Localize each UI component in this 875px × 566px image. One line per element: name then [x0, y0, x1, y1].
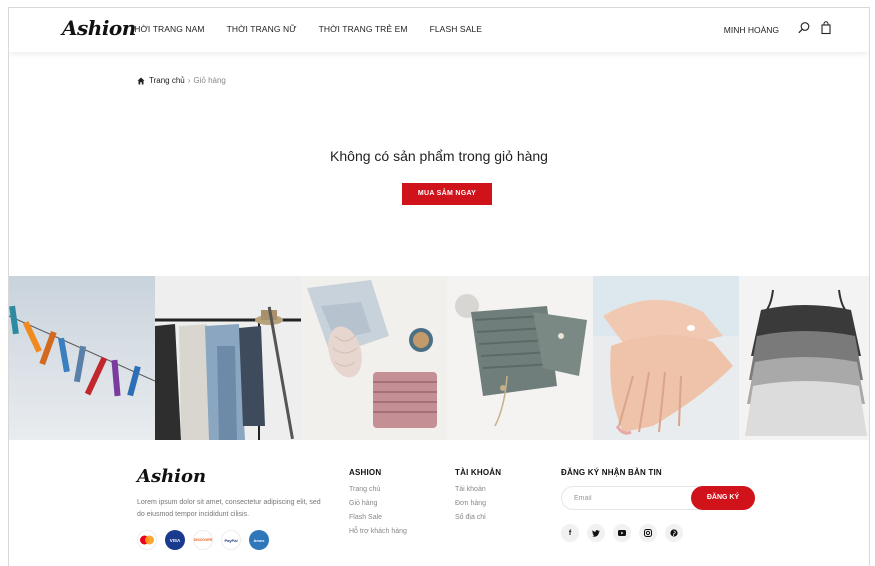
site-header: Ashion THỜI TRANG NAM THỜI TRANG NỮ THỜI…	[9, 8, 869, 52]
payment-methods: VISA DISCOVER PayPal Amex	[137, 530, 269, 550]
nav-kids[interactable]: THỜI TRANG TRẺ EM	[319, 24, 408, 34]
social-links: f	[561, 524, 755, 542]
nav-women[interactable]: THỜI TRANG NỮ	[227, 24, 297, 34]
breadcrumb-current: Giỏ hàng	[193, 76, 226, 85]
footer-newsletter: ĐĂNG KÝ NHẬN BẢN TIN ĐĂNG KÝ f	[561, 468, 755, 542]
footer-col-account-title: TÀI KHOẢN	[455, 468, 502, 477]
twitter-icon[interactable]	[587, 524, 605, 542]
site-footer: Ashion Lorem ipsum dolor sit amet, conse…	[9, 440, 869, 566]
mastercard-icon	[137, 530, 157, 550]
page-frame: Ashion THỜI TRANG NAM THỜI TRANG NỮ THỜI…	[8, 7, 870, 566]
breadcrumb-home[interactable]: Trang chủ	[137, 76, 185, 85]
breadcrumb-separator: ›	[187, 76, 191, 85]
email-input[interactable]	[574, 487, 684, 509]
gallery-image-knitting[interactable]	[301, 276, 447, 440]
home-icon	[137, 77, 145, 84]
main-nav: THỜI TRANG NAM THỜI TRANG NỮ THỜI TRANG …	[129, 24, 482, 34]
nav-men[interactable]: THỜI TRANG NAM	[129, 24, 205, 34]
gallery-image-hands-cream[interactable]	[593, 276, 739, 440]
instagram-icon[interactable]	[639, 524, 657, 542]
instagram-gallery	[9, 276, 869, 440]
footer-link-home[interactable]: Trang chủ	[349, 486, 407, 493]
footer-col-ashion-title: ASHION	[349, 468, 382, 477]
footer-col-account: TÀI KHOẢN Tài khoản Đơn hàng Sổ địa chỉ	[455, 468, 501, 528]
gallery-image-clothing-rack[interactable]	[155, 276, 301, 440]
footer-link-account[interactable]: Tài khoản	[455, 486, 501, 493]
shop-now-button[interactable]: MUA SẮM NGAY	[402, 183, 492, 205]
shopping-bag-icon[interactable]	[819, 21, 833, 35]
footer-link-support[interactable]: Hỗ trợ khách hàng	[349, 528, 407, 535]
newsletter-form: ĐĂNG KÝ	[561, 486, 755, 510]
user-name[interactable]: MINH HOÀNG	[724, 25, 779, 35]
footer-link-orders[interactable]: Đơn hàng	[455, 500, 501, 507]
footer-logo[interactable]: Ashion	[137, 466, 206, 487]
nav-flash-sale[interactable]: FLASH SALE	[430, 24, 483, 34]
gallery-image-knit-baby-clothes[interactable]	[447, 276, 593, 440]
amex-icon: Amex	[249, 530, 269, 550]
newsletter-title: ĐĂNG KÝ NHẬN BẢN TIN	[561, 468, 662, 477]
youtube-icon[interactable]	[613, 524, 631, 542]
footer-link-flash-sale[interactable]: Flash Sale	[349, 514, 407, 521]
discover-icon: DISCOVER	[193, 530, 213, 550]
gallery-image-camisoles[interactable]	[739, 276, 869, 440]
breadcrumb-home-label: Trang chủ	[149, 76, 185, 85]
pinterest-icon[interactable]	[665, 524, 683, 542]
footer-col-ashion: ASHION Trang chủ Giỏ hàng Flash Sale Hỗ …	[349, 468, 407, 542]
subscribe-button[interactable]: ĐĂNG KÝ	[691, 486, 755, 510]
empty-cart-message: Không có sản phẩm trong giỏ hàng	[330, 148, 548, 164]
paypal-icon: PayPal	[221, 530, 241, 550]
breadcrumb: Trang chủ › Giỏ hàng	[137, 76, 226, 85]
gallery-image-clothespins[interactable]	[9, 276, 155, 440]
search-icon[interactable]	[797, 21, 811, 35]
footer-description: Lorem ipsum dolor sit amet, consectetur …	[137, 499, 321, 518]
facebook-icon[interactable]: f	[561, 524, 579, 542]
footer-link-cart[interactable]: Giỏ hàng	[349, 500, 407, 507]
visa-icon: VISA	[165, 530, 185, 550]
site-logo[interactable]: Ashion	[62, 16, 136, 40]
footer-link-address-book[interactable]: Sổ địa chỉ	[455, 514, 501, 521]
